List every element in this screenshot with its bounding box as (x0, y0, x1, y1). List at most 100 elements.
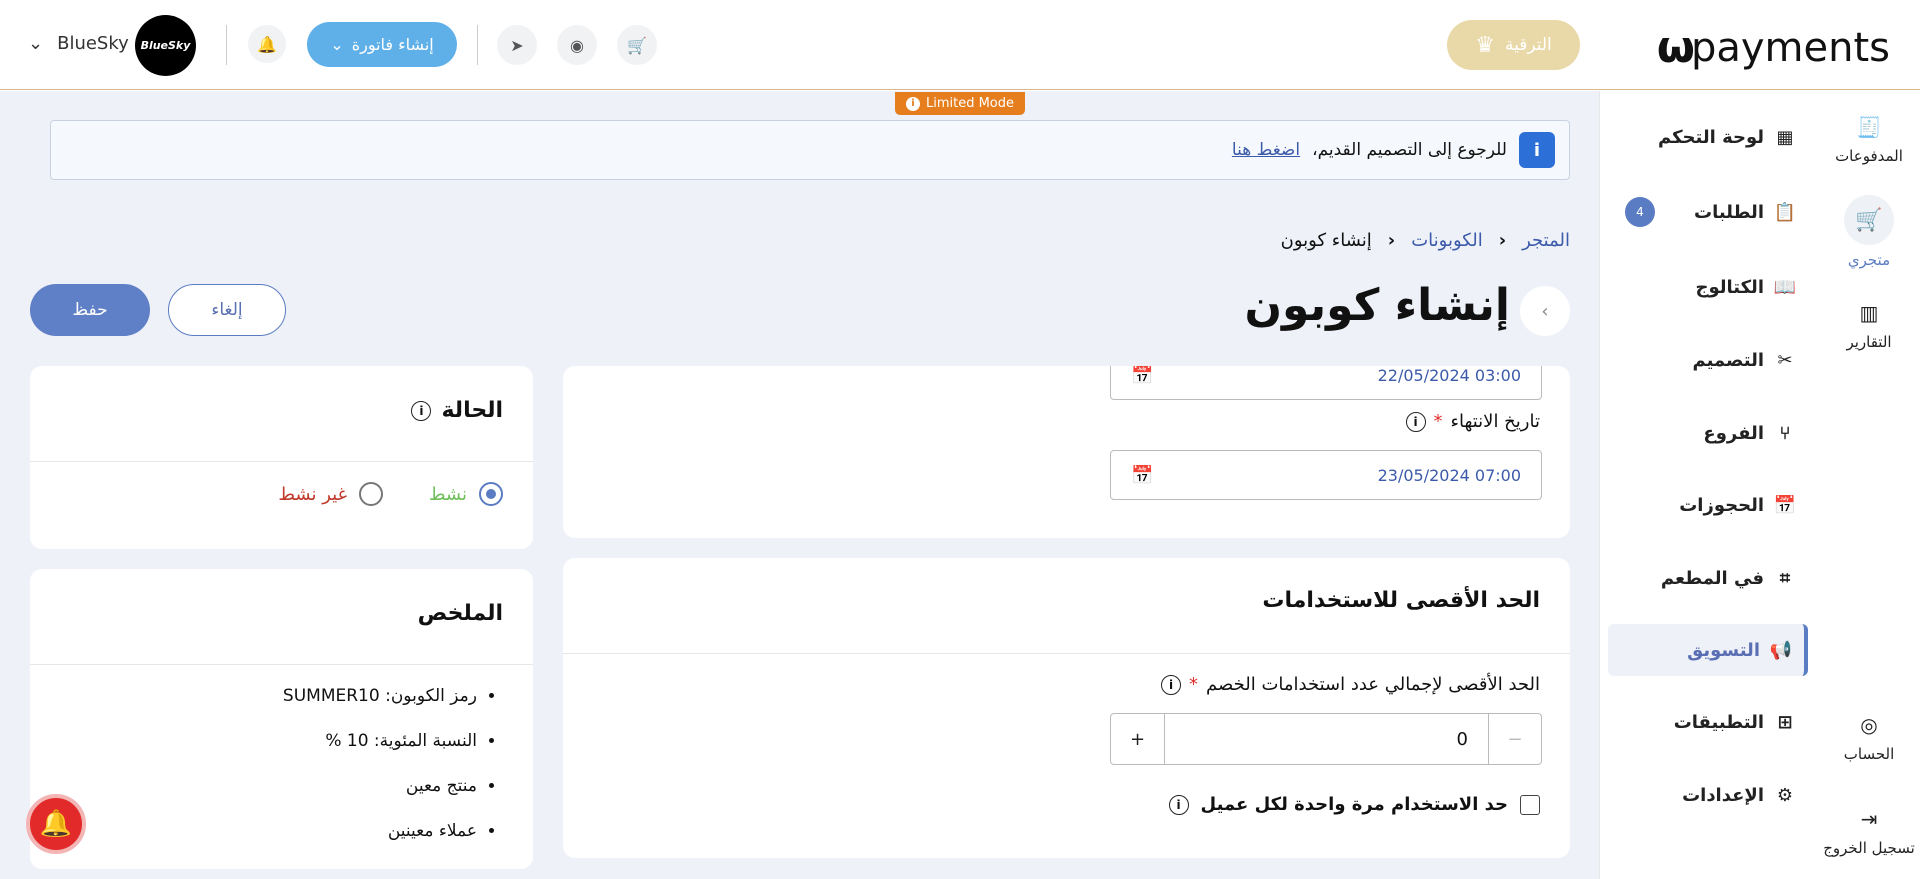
nav-item-design[interactable]: ✂ التصميم (1608, 334, 1808, 386)
summary-item: منتج معين (283, 764, 477, 809)
card-divider (30, 461, 533, 462)
nav-item-catalog[interactable]: 📖 الكتالوج (1608, 261, 1808, 313)
chevron-down-icon: ⌄ (28, 33, 44, 54)
once-per-customer-checkbox[interactable] (1520, 794, 1540, 815)
summary-title: الملخص (417, 601, 503, 626)
rail-item-logout[interactable]: ⇥ تسجيل الخروج (1818, 805, 1920, 857)
branch-icon: ⑂ (1779, 422, 1791, 444)
increment-button[interactable]: + (1111, 714, 1165, 764)
bell-icon: 🔔 (257, 34, 277, 54)
rail-item-reports[interactable]: ▥ التقارير (1818, 299, 1920, 351)
toolbar-divider-2 (226, 25, 227, 65)
status-inactive-option[interactable]: غير نشط (278, 482, 383, 506)
save-button[interactable]: حفظ (30, 284, 150, 336)
info-icon: i (1519, 132, 1555, 168)
info-icon[interactable]: i (1168, 794, 1189, 815)
design-tools-icon: ✂ (1777, 349, 1793, 371)
chevron-down-icon: ⌄ (330, 35, 344, 54)
nav-item-marketing[interactable]: 📢 التسويق (1608, 624, 1808, 676)
nav-label: التسويق (1687, 639, 1760, 661)
end-date-field[interactable]: 📅 23/05/2024 07:00 (1110, 450, 1542, 500)
total-uses-stepper[interactable]: + 0 − (1110, 713, 1542, 765)
chevron-left-icon: ‹ (1387, 230, 1396, 251)
back-button[interactable]: ‹ (1520, 286, 1570, 336)
cart-button[interactable]: 🛒 (617, 25, 657, 65)
summary-item: عملاء معينين (283, 809, 477, 854)
status-active-option[interactable]: نشط (429, 482, 503, 506)
limited-mode-badge: i Limited Mode (895, 92, 1025, 115)
chart-icon: ▥ (1859, 301, 1879, 325)
top-bar: ω payments ♛ الترقية 🛒 ◉ ➤ إنشاء فاتورة … (0, 0, 1920, 90)
account-menu[interactable]: ⌄ BlueSky (28, 33, 129, 54)
info-icon: i (905, 96, 920, 111)
usage-limit-card: الحد الأقصى للاستخدامات الحد الأقصى لإجم… (563, 558, 1570, 858)
avatar[interactable]: BlueSky (135, 15, 196, 76)
rail-item-account[interactable]: ◎ الحساب (1818, 711, 1920, 763)
rail-label-logout: تسجيل الخروج (1823, 839, 1915, 857)
logo-word: payments (1690, 24, 1890, 71)
nav-item-settings[interactable]: ⚙ الإعدادات (1608, 769, 1808, 821)
decrement-button[interactable]: − (1488, 714, 1541, 764)
nav-item-dine-in[interactable]: ⌗ في المطعم (1608, 552, 1808, 604)
status-title-row: الحالة i (411, 398, 503, 423)
logo-mark: ω (1656, 22, 1695, 73)
notification-bell-icon[interactable]: 🔔 (26, 794, 86, 854)
notifications-button[interactable]: 🔔 (248, 25, 286, 63)
nav-item-apps[interactable]: ⊞ التطبيقات (1608, 696, 1808, 748)
end-date-label: تاريخ الانتهاء (1450, 411, 1541, 432)
preview-button[interactable]: ◉ (557, 25, 597, 65)
info-icon[interactable]: i (411, 400, 432, 421)
rail-item-payments[interactable]: 🧾 المدفوعات (1818, 113, 1920, 165)
required-marker: * (1189, 674, 1199, 695)
create-invoice-button[interactable]: إنشاء فاتورة ⌄ (307, 22, 457, 67)
toolbar-divider (477, 25, 478, 65)
calendar-icon: 📅 (1131, 366, 1154, 386)
required-marker: * (1433, 411, 1443, 432)
apps-icon: ⊞ (1777, 711, 1793, 733)
nav-label: لوحة التحكم (1657, 126, 1764, 148)
status-active-label: نشط (428, 483, 467, 505)
breadcrumb-current: إنشاء كوبون (1280, 230, 1372, 251)
cancel-button[interactable]: إلغاء (168, 284, 286, 336)
breadcrumb-coupons[interactable]: الكوبونات (1411, 230, 1482, 251)
rail-item-my-store[interactable]: 🛒 متجري (1818, 195, 1920, 269)
info-icon[interactable]: i (1405, 411, 1426, 432)
upgrade-button[interactable]: ♛ الترقية (1447, 20, 1580, 70)
qr-icon: ⌗ (1779, 567, 1791, 589)
nav-item-dashboard[interactable]: ▦ لوحة التحكم (1608, 111, 1808, 163)
nav-label: التصميم (1692, 349, 1764, 371)
status-title: الحالة (441, 398, 503, 423)
nav-label: الكتالوج (1695, 276, 1764, 298)
once-per-customer-row[interactable]: حد الاستخدام مرة واحدة لكل عميل i (1168, 794, 1540, 815)
calendar-icon: 📅 (1773, 494, 1796, 516)
end-date-value: 23/05/2024 07:00 (1377, 465, 1521, 485)
clipboard-icon: 📋 (1773, 201, 1796, 223)
start-date-field[interactable]: 📅 22/05/2024 03:00 (1110, 366, 1542, 400)
app-logo[interactable]: ω payments (1657, 22, 1890, 73)
nav-label: الحجوزات (1679, 494, 1764, 516)
dates-card: 📅 22/05/2024 03:00 تاريخ الانتهاء * i 📅 … (563, 366, 1570, 538)
book-icon: 📖 (1773, 276, 1796, 298)
status-active-radio[interactable] (479, 482, 503, 506)
card-divider (30, 664, 533, 665)
user-circle-icon: ◎ (1860, 713, 1878, 737)
side-nav: ▦ لوحة التحكم 📋 الطلبات 4 📖 الكتالوج ✂ ا… (1599, 91, 1818, 879)
limited-mode-label: Limited Mode (925, 96, 1015, 111)
old-design-link[interactable]: اضغط هنا (1232, 140, 1300, 160)
upgrade-label: الترقية (1504, 35, 1552, 55)
status-inactive-radio[interactable] (359, 482, 383, 506)
cart-icon: 🛒 (1844, 195, 1894, 245)
total-uses-input[interactable]: 0 (1165, 714, 1488, 764)
nav-item-branches[interactable]: ⑂ الفروع (1608, 407, 1808, 459)
send-button[interactable]: ➤ (497, 25, 537, 65)
breadcrumb-store[interactable]: المتجر (1522, 230, 1570, 251)
eye-icon: ◉ (570, 35, 584, 55)
nav-item-bookings[interactable]: 📅 الحجوزات (1608, 479, 1808, 531)
create-invoice-label: إنشاء فاتورة (351, 35, 434, 54)
info-icon[interactable]: i (1161, 674, 1182, 695)
end-date-label-row: تاريخ الانتهاء * i (1405, 411, 1541, 432)
rail-label-account: الحساب (1843, 745, 1895, 763)
once-per-customer-label: حد الاستخدام مرة واحدة لكل عميل (1200, 794, 1508, 815)
status-inactive-label: غير نشط (278, 483, 347, 505)
usage-limit-title: الحد الأقصى للاستخدامات (1262, 588, 1540, 613)
